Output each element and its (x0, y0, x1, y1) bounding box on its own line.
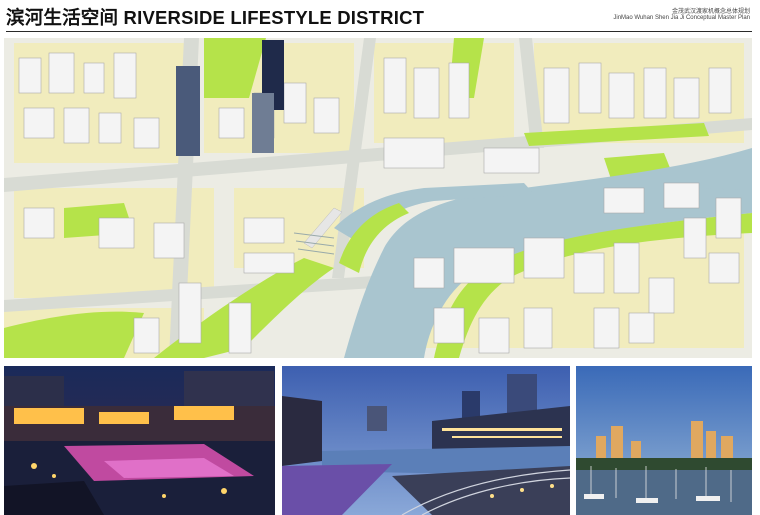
photo-dusk-promenade (282, 366, 570, 515)
header: 滨河生活空间 RIVERSIDE LIFESTYLE DISTRICT 金茂武汉… (0, 0, 760, 36)
photo-marina-skyline (576, 366, 752, 515)
photo-night-waterfront (4, 366, 275, 515)
subtitle-en: JinMao Wuhan Shen Jia Ji Conceptual Mast… (613, 15, 750, 21)
masterplan-aerial-render (4, 38, 752, 358)
header-divider (6, 31, 752, 32)
subtitle-cn: 金茂武汉渡家机概念总体规划 (671, 9, 750, 15)
page-title: 滨河生活空间 RIVERSIDE LIFESTYLE DISTRICT (6, 7, 425, 28)
